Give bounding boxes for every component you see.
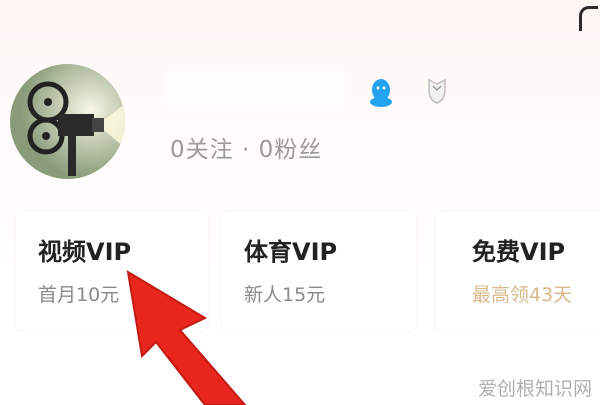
qq-icon[interactable]: [368, 78, 394, 108]
card-subtitle: 首月10元: [38, 284, 120, 306]
card-title: 免费VIP: [472, 238, 566, 266]
avatar[interactable]: [10, 64, 125, 179]
card-title: 体育VIP: [244, 238, 338, 266]
annotation-arrow: [126, 270, 247, 405]
follow-stats[interactable]: 0关注 · 0粉丝: [170, 130, 322, 164]
watermark: 爱创根知识网: [477, 378, 592, 400]
notification-bell-icon[interactable]: [579, 6, 598, 31]
card-subtitle: 新人15元: [244, 284, 326, 306]
username-area: [165, 70, 345, 110]
sports-vip-card[interactable]: 体育VIP 新人15元: [222, 212, 416, 330]
card-subtitle: 最高领43天: [472, 284, 573, 306]
level-badge-icon[interactable]: [425, 76, 449, 104]
free-vip-card[interactable]: 免费VIP 最高领43天: [436, 212, 600, 330]
card-title: 视频VIP: [38, 238, 132, 266]
video-vip-card[interactable]: 视频VIP 首月10元: [16, 212, 208, 330]
